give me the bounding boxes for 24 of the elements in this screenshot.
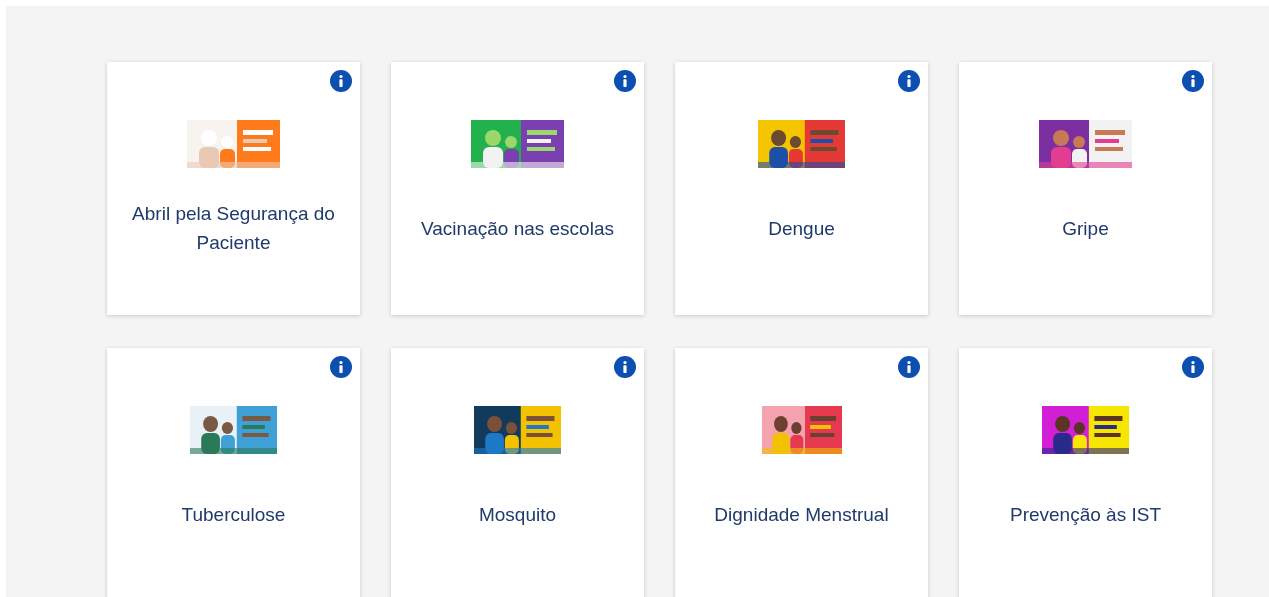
card-title: Mosquito bbox=[478, 502, 557, 527]
info-icon[interactable] bbox=[1182, 70, 1204, 92]
card-title: Dignidade Menstrual bbox=[714, 502, 889, 527]
topic-card[interactable]: Dengue bbox=[675, 62, 928, 315]
topic-card[interactable]: Mosquito bbox=[391, 348, 644, 597]
topic-card[interactable]: Abril pela Segurança do Paciente bbox=[107, 62, 360, 315]
card-title: Prevenção às IST bbox=[1010, 502, 1161, 527]
info-icon[interactable] bbox=[330, 356, 352, 378]
card-title: Abril pela Segurança do Paciente bbox=[131, 202, 336, 255]
info-icon[interactable] bbox=[614, 356, 636, 378]
card-title: Gripe bbox=[1062, 216, 1109, 241]
card-title: Vacinação nas escolas bbox=[421, 216, 614, 241]
topic-card[interactable]: Prevenção às IST bbox=[959, 348, 1212, 597]
info-icon[interactable] bbox=[614, 70, 636, 92]
card-title: Tuberculose bbox=[181, 502, 286, 527]
info-icon[interactable] bbox=[898, 356, 920, 378]
info-icon[interactable] bbox=[898, 70, 920, 92]
topic-card[interactable]: Tuberculose bbox=[107, 348, 360, 597]
info-icon[interactable] bbox=[330, 70, 352, 92]
topic-card[interactable]: Vacinação nas escolas bbox=[391, 62, 644, 315]
card-title: Dengue bbox=[768, 216, 835, 241]
topic-card[interactable]: Gripe bbox=[959, 62, 1212, 315]
topic-card[interactable]: Dignidade Menstrual bbox=[675, 348, 928, 597]
info-icon[interactable] bbox=[1182, 356, 1204, 378]
